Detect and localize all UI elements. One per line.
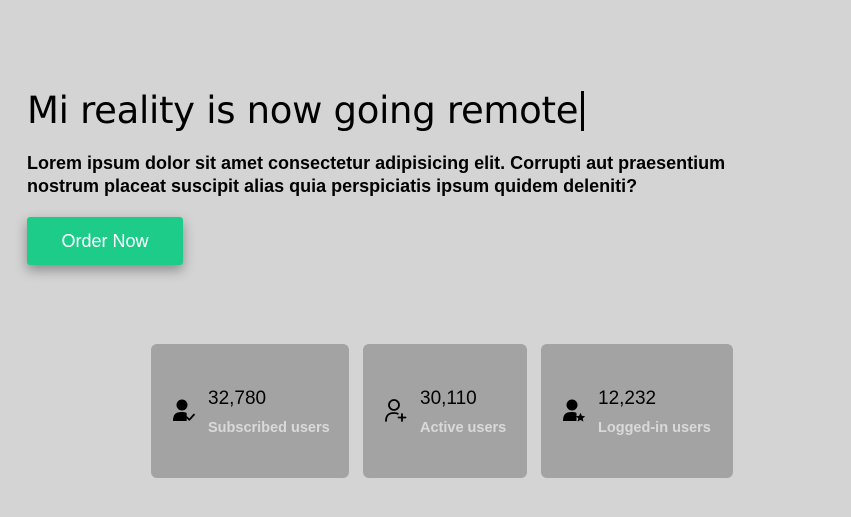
stats-row: 32,780 Subscribed users 30,110 Active us…	[151, 344, 733, 478]
user-star-icon	[562, 398, 586, 424]
stat-label: Subscribed users	[208, 419, 330, 436]
user-plus-icon	[384, 398, 408, 424]
stat-card-subscribed: 32,780 Subscribed users	[151, 344, 349, 478]
stat-value: 32,780	[208, 387, 267, 409]
hero-title-text: Mi reality is now going remote	[27, 89, 579, 132]
user-check-icon	[172, 398, 196, 424]
hero-description: Lorem ipsum dolor sit amet consectetur a…	[27, 153, 726, 196]
stat-label: Logged-in users	[598, 419, 711, 436]
stat-card-active: 30,110 Active users	[363, 344, 527, 478]
stat-value: 12,232	[598, 387, 657, 409]
typing-caret	[581, 91, 585, 131]
hero-section: Mi reality is now going remote Lorem ips…	[27, 88, 827, 265]
stat-value: 30,110	[420, 387, 477, 409]
stat-card-logged-in: 12,232 Logged-in users	[541, 344, 733, 478]
hero-title: Mi reality is now going remote	[27, 88, 827, 134]
order-now-button[interactable]: Order Now	[27, 217, 183, 265]
landing-page: Mi reality is now going remote Lorem ips…	[0, 0, 851, 517]
stat-label: Active users	[420, 419, 507, 436]
